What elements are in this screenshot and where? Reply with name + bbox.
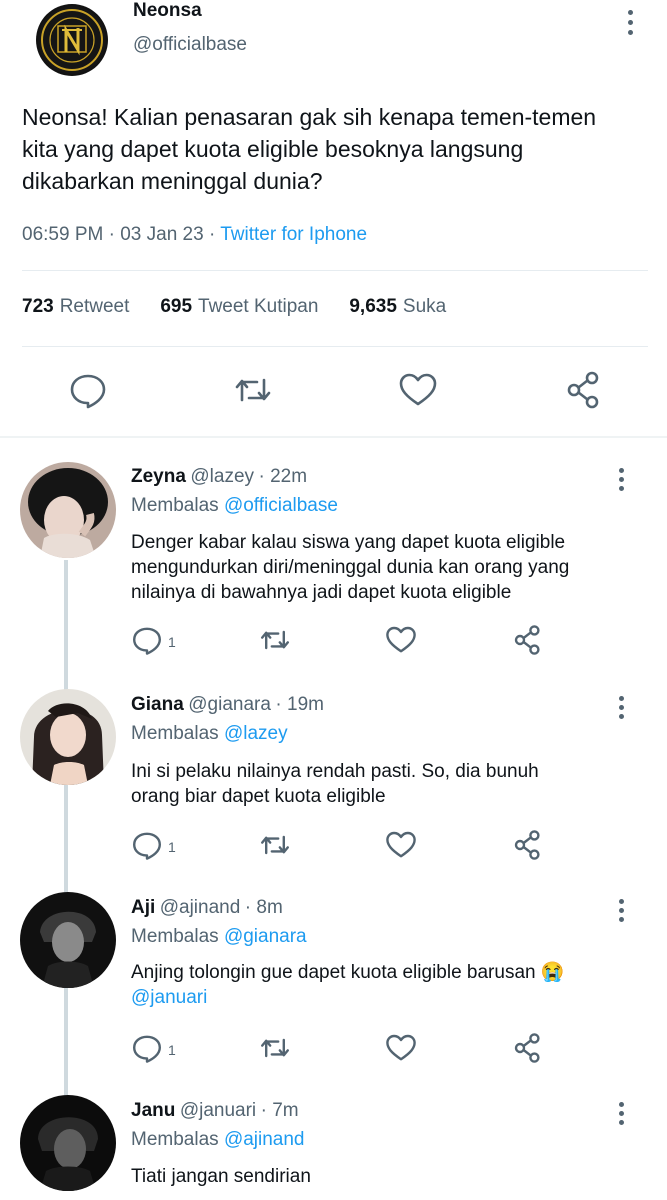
replying-to-handle[interactable]: @ajinand <box>224 1129 305 1150</box>
reply-header: Aji @ajinand · 8m <box>131 897 283 918</box>
avatar-photo <box>20 462 116 558</box>
retweet-icon[interactable] <box>259 1032 291 1064</box>
reply-time: 8m <box>256 897 283 918</box>
tweet-stats: 723 Retweet 695 Tweet Kutipan 9,635 Suka <box>22 296 446 318</box>
share-icon[interactable] <box>512 829 544 861</box>
reply-author-name[interactable]: Janu <box>131 1100 175 1121</box>
share-icon[interactable] <box>512 624 544 656</box>
avatar[interactable] <box>20 1095 116 1191</box>
tweet-date: 03 Jan 23 <box>120 224 204 245</box>
retweet-icon[interactable] <box>259 829 291 861</box>
more-icon[interactable] <box>626 10 636 38</box>
author-name[interactable]: Neonsa <box>133 0 202 22</box>
divider <box>22 270 648 271</box>
reply-header: Zeyna @lazey · 22m <box>131 466 308 487</box>
reply-tweet[interactable]: Zeyna @lazey · 22m Membalas @officialbas… <box>0 462 667 682</box>
avatar[interactable] <box>20 689 116 785</box>
replying-to: Membalas @lazey <box>131 723 288 744</box>
reply-author-name[interactable]: Giana <box>131 694 184 715</box>
like-icon[interactable] <box>385 1032 417 1064</box>
replying-to: Membalas @ajinand <box>131 1129 305 1150</box>
reply-icon[interactable] <box>131 829 163 861</box>
share-icon[interactable] <box>512 1032 544 1064</box>
mention-link[interactable]: @januari <box>131 985 631 1010</box>
tweet-source[interactable]: Twitter for Iphone <box>220 224 367 245</box>
more-icon[interactable] <box>617 899 627 927</box>
reply-author-name[interactable]: Aji <box>131 897 155 918</box>
like-icon[interactable] <box>385 624 417 656</box>
reply-time: 7m <box>272 1100 299 1121</box>
like-stat[interactable]: 9,635 Suka <box>349 296 446 317</box>
reply-header: Giana @gianara · 19m <box>131 694 324 715</box>
reply-icon[interactable] <box>131 1032 163 1064</box>
reply-count: 1 <box>168 1042 176 1058</box>
reply-count: 1 <box>168 839 176 855</box>
section-separator <box>0 436 667 438</box>
reply-text: Ini si pelaku nilainya rendah pasti. So,… <box>131 761 539 807</box>
avatar[interactable] <box>20 462 116 558</box>
reply-text: Denger kabar kalau siswa yang dapet kuot… <box>131 532 570 603</box>
tweet-text: Neonsa! Kalian penasaran gak sih kenapa … <box>22 104 597 194</box>
avatar-photo <box>20 689 116 785</box>
divider <box>22 346 648 347</box>
reply-tweet[interactable]: Giana @gianara · 19m Membalas @lazey Ini… <box>0 689 667 889</box>
share-icon[interactable] <box>564 370 604 410</box>
more-icon[interactable] <box>617 696 627 724</box>
replying-to-handle[interactable]: @officialbase <box>224 495 338 516</box>
tweet-meta: 06:59 PM · 03 Jan 23 · Twitter for Iphon… <box>22 224 368 245</box>
more-icon[interactable] <box>617 1102 627 1130</box>
reply-author-handle[interactable]: @ajinand <box>160 897 241 918</box>
reply-count: 1 <box>168 634 176 650</box>
retweet-icon[interactable] <box>259 624 291 656</box>
reply-author-handle[interactable]: @januari <box>180 1100 256 1121</box>
avatar-photo <box>20 892 116 988</box>
reply-text: Anjing tolongin gue dapet kuota eligible… <box>131 960 631 1010</box>
main-tweet: Neonsa @officialbase Neonsa! Kalian pena… <box>0 0 667 436</box>
tweet-time: 06:59 PM <box>22 224 104 245</box>
reply-text: Tiati jangan sendirian <box>131 1166 311 1187</box>
reply-author-name[interactable]: Zeyna <box>131 466 186 487</box>
author-handle[interactable]: @officialbase <box>133 34 247 56</box>
reply-tweet[interactable]: Janu @januari · 7m Membalas @ajinand Tia… <box>0 1095 667 1200</box>
like-icon[interactable] <box>398 370 438 410</box>
reply-header: Janu @januari · 7m <box>131 1100 299 1121</box>
quote-stat[interactable]: 695 Tweet Kutipan <box>160 296 318 317</box>
avatar[interactable] <box>20 892 116 988</box>
avatar-photo <box>20 1095 116 1191</box>
reply-time: 19m <box>287 694 324 715</box>
replying-to-handle[interactable]: @lazey <box>224 723 288 744</box>
replying-to: Membalas @gianara <box>131 926 307 947</box>
reply-time: 22m <box>270 466 308 487</box>
reply-tweet[interactable]: Aji @ajinand · 8m Membalas @gianara Anji… <box>0 892 667 1092</box>
replying-to-handle[interactable]: @gianara <box>224 926 307 947</box>
nct-logo-icon <box>38 6 106 74</box>
retweet-stat[interactable]: 723 Retweet <box>22 296 129 317</box>
more-icon[interactable] <box>617 468 627 496</box>
retweet-icon[interactable] <box>233 370 273 410</box>
reply-author-handle[interactable]: @gianara <box>188 694 271 715</box>
like-icon[interactable] <box>385 829 417 861</box>
author-avatar-logo[interactable] <box>36 4 108 76</box>
reply-icon[interactable] <box>131 624 163 656</box>
reply-author-handle[interactable]: @lazey <box>190 466 254 487</box>
replying-to: Membalas @officialbase <box>131 495 338 516</box>
reply-icon[interactable] <box>68 370 108 410</box>
